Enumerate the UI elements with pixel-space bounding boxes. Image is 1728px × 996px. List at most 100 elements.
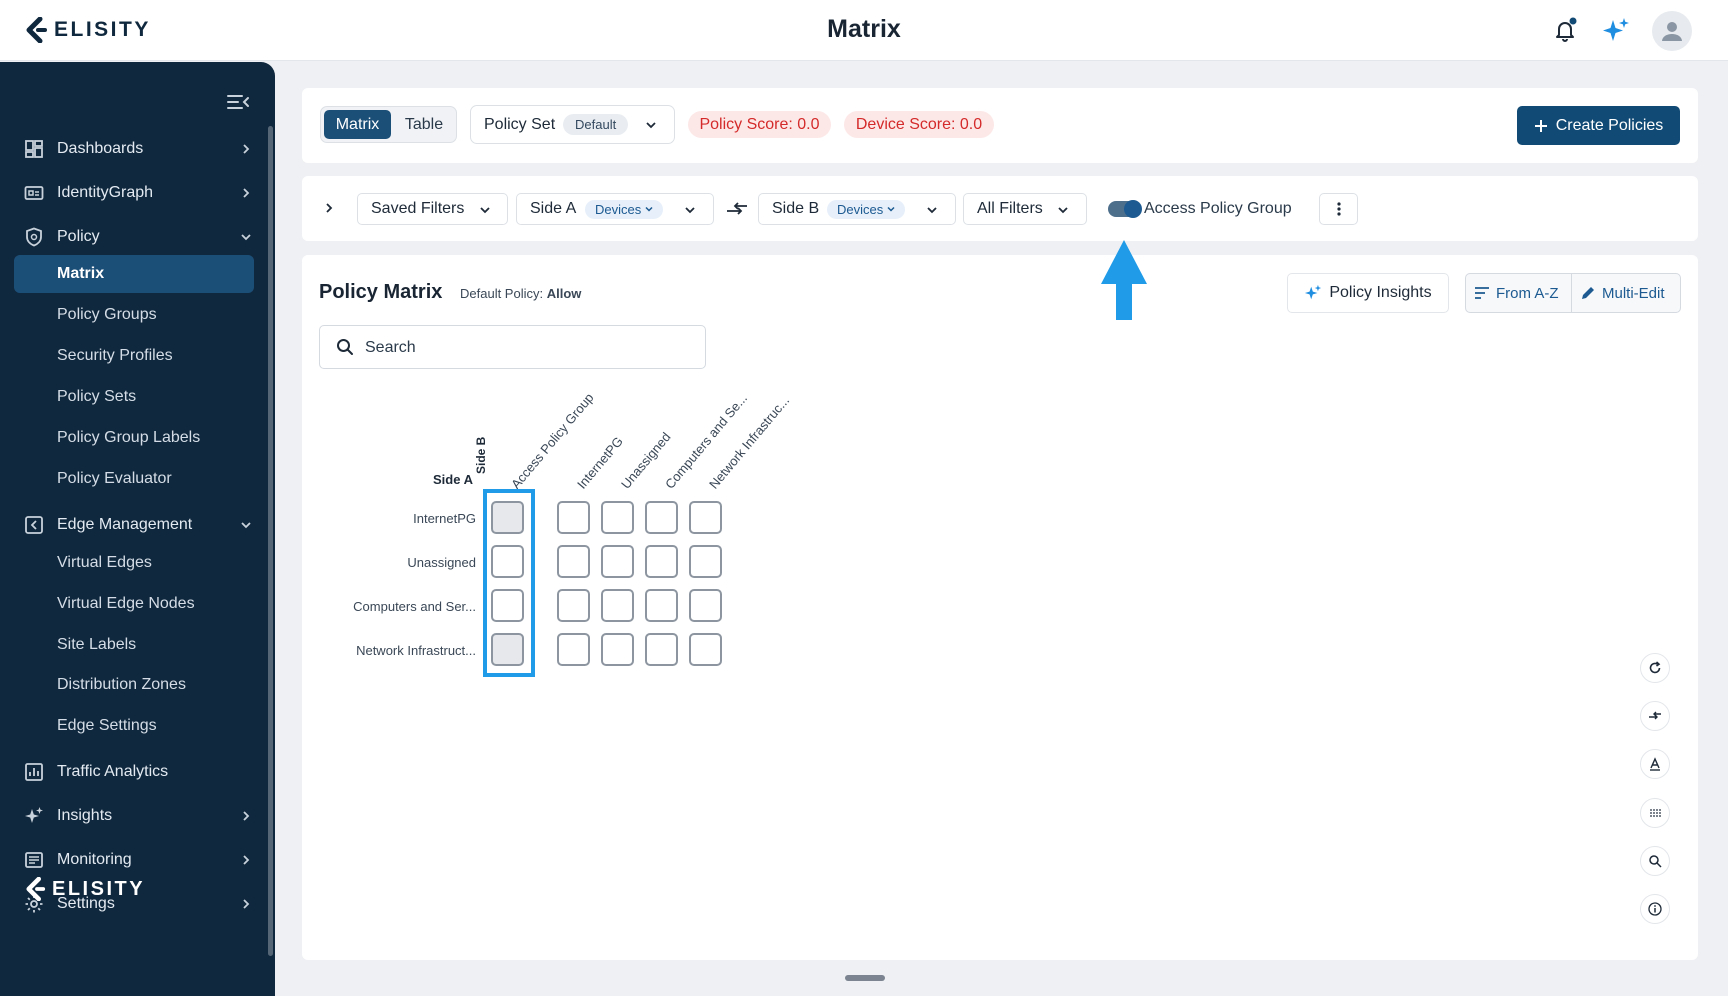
expand-chevron-icon[interactable]: [323, 202, 335, 214]
matrix-cell[interactable]: [557, 633, 590, 666]
side-b-dropdown[interactable]: Side B Devices: [758, 193, 956, 225]
sidebar-subitem-site-labels[interactable]: Site Labels: [14, 626, 254, 664]
edge-icon: [25, 516, 43, 534]
grid-dots-icon: [1650, 809, 1661, 817]
matrix-cell[interactable]: [645, 545, 678, 578]
sidebar-subitem-virtual-edge-nodes[interactable]: Virtual Edge Nodes: [14, 585, 254, 623]
zoom-search-button[interactable]: [1640, 846, 1670, 876]
policy-set-value: Default: [563, 114, 629, 135]
matrix-cell[interactable]: [645, 589, 678, 622]
sidebar-subitem-policy-group-labels[interactable]: Policy Group Labels: [14, 419, 254, 457]
sparkle-icon: [1305, 284, 1322, 300]
elisity-logo-icon: [26, 17, 47, 43]
access-policy-group-toggle[interactable]: [1108, 200, 1142, 218]
user-avatar[interactable]: [1652, 11, 1692, 51]
policy-score-badge: Policy Score: 0.0: [688, 111, 831, 138]
side-a-dropdown[interactable]: Side A Devices: [516, 193, 714, 225]
monitor-icon: [25, 852, 43, 868]
policy-set-dropdown[interactable]: Policy Set Default: [470, 105, 675, 144]
swap-sides-icon[interactable]: [725, 199, 749, 219]
collapse-sidebar-icon[interactable]: [226, 92, 250, 112]
all-filters-dropdown[interactable]: All Filters: [963, 193, 1087, 225]
matrix-cell[interactable]: [557, 501, 590, 534]
policy-insights-button[interactable]: Policy Insights: [1287, 273, 1449, 313]
matrix-cell[interactable]: [645, 633, 678, 666]
sidebar-item-monitoring[interactable]: Monitoring: [14, 841, 254, 879]
grid-view-button[interactable]: [1640, 798, 1670, 828]
sidebar-scrollbar[interactable]: [268, 126, 273, 956]
view-table-button[interactable]: Table: [395, 110, 453, 139]
search-input[interactable]: [365, 336, 685, 360]
matrix-cell[interactable]: [557, 545, 590, 578]
matrix-cell[interactable]: [601, 589, 634, 622]
sidebar-subitem-label: Site Labels: [57, 636, 137, 653]
sort-az-button[interactable]: From A-Z: [1474, 274, 1559, 312]
resize-handle[interactable]: [845, 975, 885, 981]
matrix-cell[interactable]: [689, 545, 722, 578]
sidebar-item-label: IdentityGraph: [57, 184, 154, 201]
saved-filters-dropdown[interactable]: Saved Filters: [357, 193, 508, 225]
sidebar-subitem-label: Security Profiles: [57, 347, 173, 364]
row-header: Network Infrastruct...: [356, 643, 476, 658]
sidebar-subitem-security-profiles[interactable]: Security Profiles: [14, 337, 254, 375]
search-icon: [337, 339, 353, 355]
sidebar-item-label: Traffic Analytics: [57, 763, 169, 780]
more-options-button[interactable]: [1319, 193, 1358, 225]
chart-icon: [25, 763, 43, 781]
policy-matrix-title: Policy Matrix: [319, 281, 443, 303]
sidebar-item-identitygraph[interactable]: IdentityGraph: [14, 174, 254, 212]
chevron-right-icon: [243, 188, 250, 198]
text-format-button[interactable]: [1640, 749, 1670, 779]
multi-edit-button[interactable]: Multi-Edit: [1580, 274, 1665, 312]
user-icon: [1662, 22, 1682, 41]
button-divider: [1571, 274, 1572, 312]
matrix-cell[interactable]: [689, 633, 722, 666]
sidebar-subitem-policy-groups[interactable]: Policy Groups: [14, 296, 254, 334]
sidebar-subitem-label: Policy Groups: [57, 306, 157, 323]
sidebar-subitem-virtual-edges[interactable]: Virtual Edges: [14, 544, 254, 582]
sidebar-item-traffic-analytics[interactable]: Traffic Analytics: [14, 753, 254, 791]
matrix-cell[interactable]: [689, 589, 722, 622]
brand-logo[interactable]: ELISITY: [26, 17, 151, 43]
plus-icon: [1534, 119, 1547, 132]
sidebar-item-edge-management[interactable]: Edge Management: [14, 506, 254, 544]
device-score-badge: Device Score: 0.0: [844, 111, 994, 138]
matrix-cell[interactable]: [557, 589, 590, 622]
sidebar-subitem-edge-settings[interactable]: Edge Settings: [14, 707, 254, 745]
sidebar-item-insights[interactable]: Insights: [14, 797, 254, 835]
sidebar-item-dashboards[interactable]: Dashboards: [14, 130, 254, 168]
info-button[interactable]: [1640, 894, 1670, 924]
sparkle-icon: [25, 807, 43, 823]
chevron-right-icon: [243, 144, 250, 154]
sidebar-subitem-policy-sets[interactable]: Policy Sets: [14, 378, 254, 416]
side-b-axis-label: Side B: [474, 436, 488, 474]
chevron-right-icon: [243, 899, 250, 909]
sidebar-subitem-policy-evaluator[interactable]: Policy Evaluator: [14, 460, 254, 498]
side-a-label: Side A: [530, 200, 577, 217]
swap-axes-button[interactable]: [1640, 701, 1670, 731]
chevron-right-icon: [243, 811, 250, 821]
chevron-down-icon: [1058, 207, 1068, 214]
sidebar-item-policy[interactable]: Policy: [14, 218, 254, 256]
matrix-cell[interactable]: [645, 501, 678, 534]
refresh-button[interactable]: [1640, 653, 1670, 683]
matrix-cell[interactable]: [601, 501, 634, 534]
chevron-down-icon: [685, 207, 695, 214]
toolbar-card: Matrix Table Policy Set Default Policy S…: [302, 88, 1698, 163]
sidebar-subitem-label: Edge Settings: [57, 717, 157, 734]
create-policies-button[interactable]: Create Policies: [1517, 106, 1680, 145]
sidebar-subitem-label: Policy Group Labels: [57, 429, 201, 446]
matrix-cell[interactable]: [689, 501, 722, 534]
sidebar-subitem-label: Matrix: [57, 265, 105, 282]
row-header: Unassigned: [407, 555, 476, 570]
matrix-cell[interactable]: [601, 545, 634, 578]
sidebar-subitem-distribution-zones[interactable]: Distribution Zones: [14, 666, 254, 704]
dashboard-icon: [25, 140, 43, 158]
view-matrix-button[interactable]: Matrix: [324, 110, 391, 139]
ai-sparkle-icon[interactable]: [1601, 16, 1631, 44]
matrix-cell[interactable]: [601, 633, 634, 666]
sidebar-subitem-matrix[interactable]: Matrix: [14, 255, 254, 293]
chevron-down-icon: [645, 206, 653, 212]
default-policy-value: Allow: [546, 286, 582, 301]
notification-bell-icon[interactable]: [1552, 17, 1578, 43]
